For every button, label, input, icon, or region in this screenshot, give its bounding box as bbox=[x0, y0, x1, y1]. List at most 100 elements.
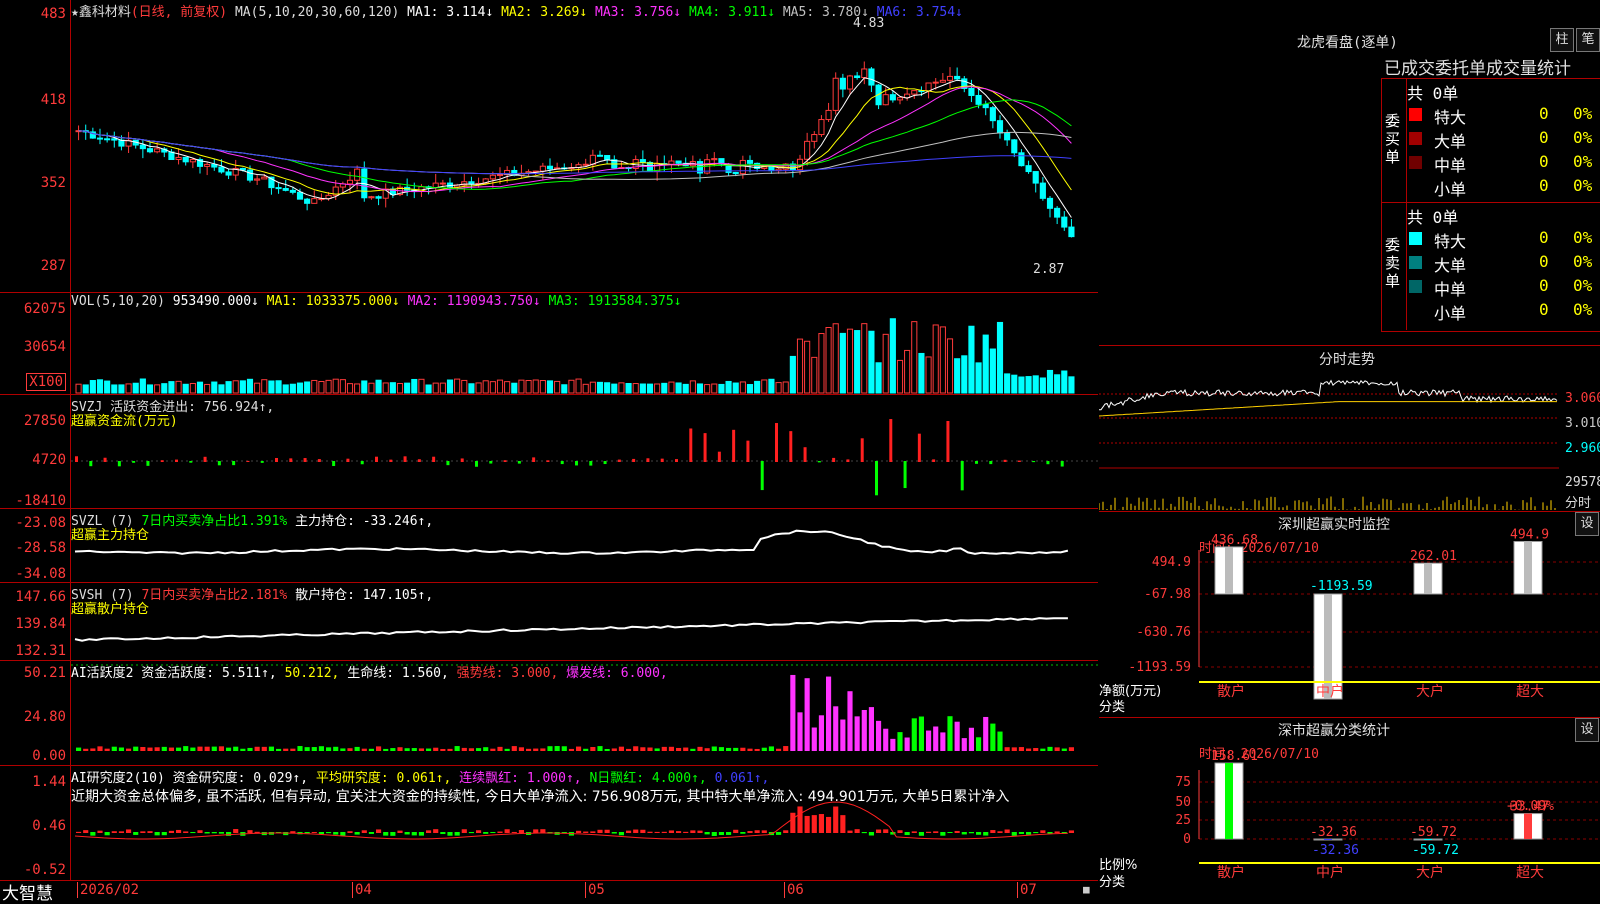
research-bar bbox=[740, 832, 746, 834]
date-tick-jul: 07 bbox=[1017, 882, 1037, 898]
volume-bar bbox=[775, 382, 782, 394]
column-view-button[interactable]: 柱 bbox=[1550, 28, 1574, 52]
intraday-chart[interactable] bbox=[1099, 368, 1600, 511]
research-bar bbox=[990, 830, 996, 833]
intraday-panel[interactable]: 分时走势 3.060 3.010 2.960 29578 分时 bbox=[1099, 346, 1600, 512]
svzj-bar bbox=[1046, 461, 1050, 465]
activity-bar bbox=[676, 747, 682, 751]
volume-bar bbox=[325, 379, 332, 394]
research-bar bbox=[583, 831, 589, 833]
svzj-bar bbox=[203, 456, 207, 462]
intraday-tick-2: 3.010 bbox=[1565, 416, 1600, 431]
volume-bar bbox=[211, 381, 218, 394]
sell-row-name: 大单 bbox=[1434, 256, 1467, 275]
activity-bar bbox=[768, 746, 774, 751]
svsh-axis: 147.66 139.84 132.31 bbox=[0, 583, 71, 660]
volume-bar bbox=[618, 382, 625, 394]
sz-monitor-panel[interactable]: 深圳超赢实时监控 设 时间: 2026/07/10 494.9 -67.98 -63… bbox=[1099, 512, 1600, 718]
lhb-title: 龙虎看盘(逐单) bbox=[1297, 35, 1398, 51]
activity-bar bbox=[418, 748, 424, 751]
volume-bar bbox=[639, 383, 646, 394]
svzj-bar bbox=[303, 458, 307, 462]
price-panel[interactable]: 483 418 352 287 ★鑫科材料(日线, 前复权) MA(5,10,2… bbox=[0, 0, 1098, 293]
candle bbox=[861, 68, 868, 79]
research-bar bbox=[761, 830, 767, 833]
svzj-bar bbox=[860, 438, 864, 462]
sz-stats-panel[interactable]: 深市超赢分类统计 设 时间: 2026/07/10 75 50 25 0 158.61 散… bbox=[1099, 718, 1600, 900]
svzj-bar bbox=[832, 457, 836, 462]
tick-view-button[interactable]: 笔 bbox=[1576, 28, 1600, 52]
research-bar bbox=[354, 832, 360, 835]
candle bbox=[1025, 165, 1032, 173]
research-bar bbox=[197, 830, 203, 833]
research-bar bbox=[704, 832, 710, 835]
volume-bar bbox=[439, 382, 446, 394]
research-bar bbox=[647, 831, 653, 833]
ai-research-chart[interactable] bbox=[71, 766, 1098, 880]
sz-monitor-bar-chart[interactable]: 494.9 -67.98 -630.76 -1193.59 436.68 散户 -1193.… bbox=[1099, 512, 1600, 717]
activity-bar bbox=[126, 748, 132, 751]
volume-bar bbox=[375, 379, 382, 394]
volume-bar bbox=[932, 324, 939, 394]
volume-bar bbox=[711, 383, 718, 394]
svzj-bar bbox=[289, 458, 293, 462]
intraday-vol-tick: 29578 bbox=[1565, 475, 1600, 490]
candle bbox=[1054, 207, 1061, 218]
volume-bar bbox=[532, 379, 539, 394]
volume-bar bbox=[718, 383, 725, 394]
activity-bar bbox=[718, 747, 724, 751]
research-bar bbox=[911, 831, 917, 833]
volume-bar bbox=[911, 321, 918, 394]
ai-activity-panel[interactable]: 50.21 24.80 0.00 AI活跃度2 资金活跃度: 5.511↑, 5… bbox=[0, 661, 1098, 766]
svzl-chart[interactable] bbox=[71, 509, 1098, 582]
ai-act-tick-3: 0.00 bbox=[32, 748, 66, 764]
research-bar bbox=[468, 832, 474, 834]
lock-icon[interactable]: ■ bbox=[1083, 883, 1090, 896]
research-bar bbox=[933, 831, 939, 833]
research-bar bbox=[497, 831, 503, 833]
volume-bar bbox=[411, 378, 418, 394]
volume-panel[interactable]: 62075 30654 X100 VOL(5,10,20) 953490.000… bbox=[0, 293, 1098, 395]
volume-bar bbox=[554, 380, 561, 394]
candle bbox=[596, 154, 604, 157]
volume-bar bbox=[1061, 370, 1068, 394]
volume-bar bbox=[118, 384, 125, 394]
volume-bar bbox=[875, 362, 882, 394]
bar-value-label: 262.01 bbox=[1410, 549, 1457, 564]
svsh-panel[interactable]: 147.66 139.84 132.31 SVSH (7) 7日内买卖净占比2.… bbox=[0, 583, 1098, 661]
svzj-bar bbox=[903, 461, 907, 489]
svzj-bar bbox=[946, 420, 950, 462]
ai-research-panel[interactable]: 1.44 0.46 -0.52 AI研究度2(10) 资金研究度: 0.029↑… bbox=[0, 766, 1098, 881]
svzl-panel[interactable]: -23.08 -28.58 -34.08 SVZL (7) 7日内买卖净占比1.… bbox=[0, 509, 1098, 583]
volume-bar bbox=[1068, 376, 1075, 394]
candle bbox=[296, 191, 304, 200]
volume-bar bbox=[196, 381, 204, 394]
research-bar bbox=[318, 832, 324, 835]
svzj-bar bbox=[317, 459, 321, 462]
volume-bar bbox=[561, 384, 568, 394]
research-bar bbox=[718, 832, 724, 836]
svzj-bar bbox=[460, 458, 464, 462]
volume-bar bbox=[268, 380, 275, 394]
volume-chart[interactable] bbox=[71, 293, 1098, 394]
date-tick-jun: 06 bbox=[784, 882, 804, 898]
research-bar bbox=[840, 815, 846, 833]
candle bbox=[1068, 226, 1075, 238]
ai-activity-chart[interactable] bbox=[71, 661, 1098, 765]
volume-bar bbox=[689, 380, 696, 394]
category-label: 散户 bbox=[1217, 683, 1245, 700]
activity-bar bbox=[540, 748, 546, 751]
activity-bar bbox=[697, 746, 703, 751]
volume-bar bbox=[611, 383, 618, 394]
svzj-panel[interactable]: 27850 4720 -18410 SVZJ 活跃资金进出: 756.924↑,… bbox=[0, 395, 1098, 509]
research-bar bbox=[90, 832, 96, 836]
volume-bar bbox=[454, 378, 461, 394]
svsh-chart[interactable] bbox=[71, 583, 1098, 660]
volume-bar bbox=[125, 383, 132, 394]
buy-legend-swatch bbox=[1409, 132, 1422, 145]
svzj-chart[interactable] bbox=[71, 395, 1098, 508]
research-bar bbox=[876, 829, 882, 833]
candlestick-chart[interactable] bbox=[71, 0, 1098, 292]
activity-bar bbox=[254, 746, 260, 751]
sz-stats-bar-chart[interactable]: 7550250158.61散户-32.36中户-59.72大户33.47超大-3… bbox=[1099, 718, 1600, 900]
